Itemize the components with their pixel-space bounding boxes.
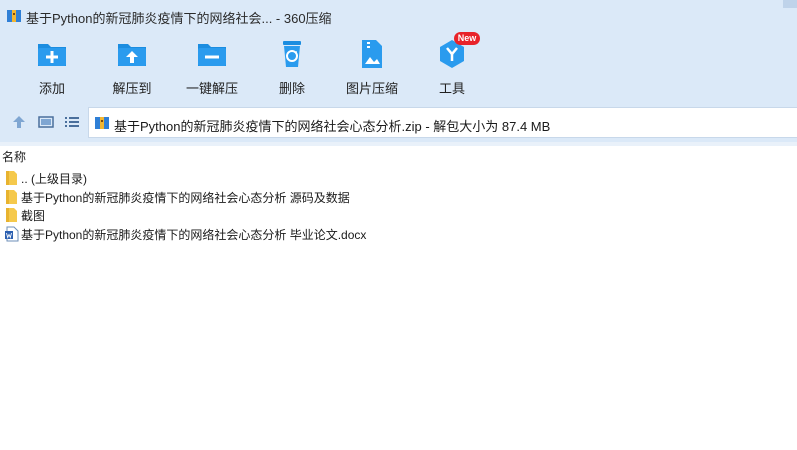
item-name: .. (上级目录) bbox=[21, 172, 87, 186]
add-label: 添加 bbox=[38, 81, 65, 96]
title-bar: 基于Python的新冠肺炎疫情下的网络社会... - 360压缩 bbox=[0, 0, 797, 32]
extract-to-label: 解压到 bbox=[112, 81, 152, 96]
archive-path: 基于Python的新冠肺炎疫情下的网络社会心态分析.zip - 解包大小为 87… bbox=[114, 119, 551, 134]
image-compress-button[interactable]: 图片压缩 bbox=[332, 38, 412, 98]
extract-to-button[interactable]: 解压到 bbox=[92, 38, 172, 98]
add-button[interactable]: 添加 bbox=[12, 38, 92, 98]
archive-app-icon bbox=[7, 10, 21, 22]
folder-icon bbox=[6, 208, 17, 222]
one-click-extract-label: 一键解压 bbox=[185, 81, 238, 96]
add-folder-icon bbox=[38, 44, 66, 66]
image-compress-icon bbox=[362, 40, 382, 68]
view-mode-icon[interactable] bbox=[38, 114, 54, 130]
delete-button[interactable]: 删除 bbox=[252, 38, 332, 98]
item-name: 基于Python的新冠肺炎疫情下的网络社会心态分析 毕业论文.docx bbox=[21, 228, 367, 242]
name-column-header[interactable]: 名称 bbox=[2, 148, 26, 165]
toolbar: 添加 解压到 一键解压 删除 图片压缩 工具 New bbox=[0, 32, 797, 102]
one-click-extract-button[interactable]: 一键解压 bbox=[172, 38, 252, 98]
delete-icon bbox=[283, 41, 301, 67]
window-title: 基于Python的新冠肺炎疫情下的网络社会... - 360压缩 bbox=[26, 11, 332, 26]
folder-icon bbox=[6, 190, 17, 204]
list-view-icon[interactable] bbox=[64, 114, 80, 130]
list-item[interactable]: 基于Python的新冠肺炎疫情下的网络社会心态分析 毕业论文.docx bbox=[4, 225, 604, 243]
address-row: 基于Python的新冠肺炎疫情下的网络社会心态分析.zip - 解包大小为 87… bbox=[0, 102, 797, 142]
extract-to-icon bbox=[118, 44, 146, 66]
new-badge: New bbox=[454, 32, 480, 45]
list-item[interactable]: 截图 bbox=[4, 206, 604, 224]
up-level-icon[interactable] bbox=[11, 114, 27, 130]
folder-icon bbox=[6, 171, 17, 185]
tools-button[interactable]: 工具 bbox=[412, 38, 492, 98]
item-name: 基于Python的新冠肺炎疫情下的网络社会心态分析 源码及数据 bbox=[21, 191, 350, 205]
address-bar[interactable]: 基于Python的新冠肺炎疫情下的网络社会心态分析.zip - 解包大小为 87… bbox=[88, 107, 797, 138]
one-click-extract-icon bbox=[198, 44, 226, 66]
image-compress-label: 图片压缩 bbox=[345, 81, 398, 96]
window-controls-edge[interactable] bbox=[783, 0, 797, 8]
tools-label: 工具 bbox=[438, 81, 465, 96]
list-item[interactable]: 基于Python的新冠肺炎疫情下的网络社会心态分析 源码及数据 bbox=[4, 188, 604, 206]
delete-label: 删除 bbox=[278, 81, 305, 96]
item-name: 截图 bbox=[21, 209, 46, 223]
word-document-icon bbox=[5, 226, 19, 242]
archive-file-icon bbox=[95, 117, 109, 129]
divider bbox=[0, 142, 797, 146]
list-item[interactable]: .. (上级目录) bbox=[4, 169, 604, 187]
